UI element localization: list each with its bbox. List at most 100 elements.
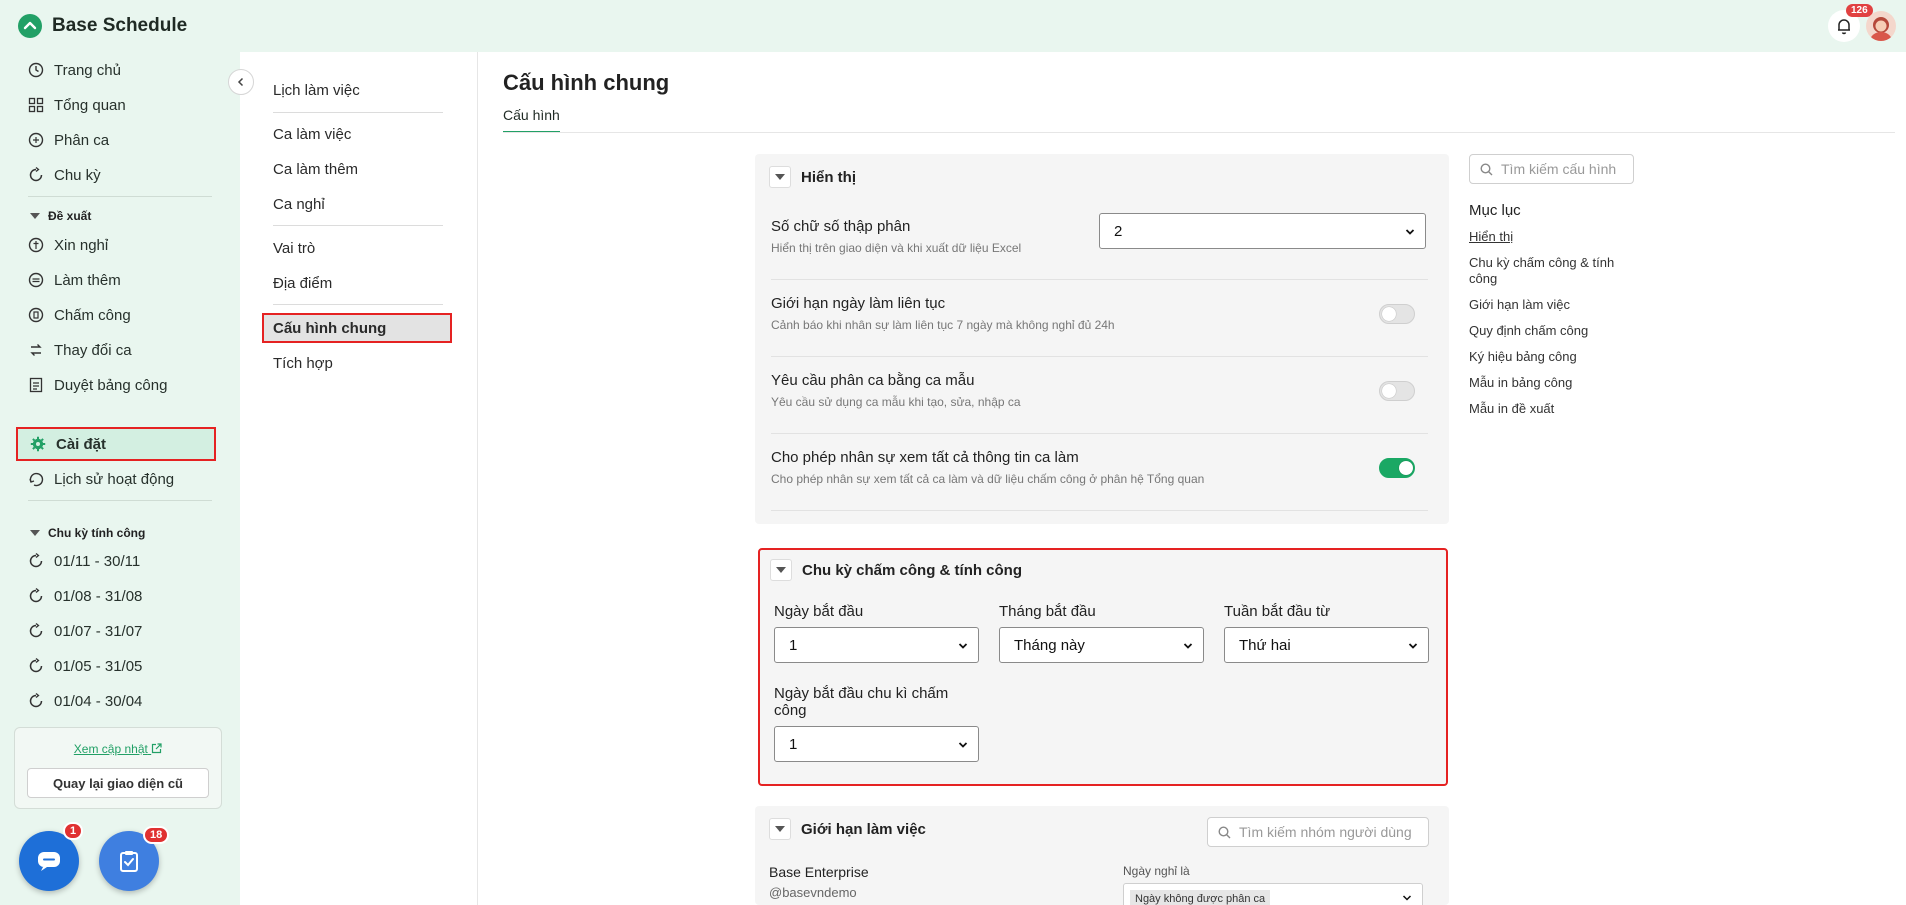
collapse-toggle[interactable]	[769, 166, 791, 188]
toc-item-work-limit[interactable]: Giới hạn làm việc	[1469, 297, 1634, 313]
toc-item-timesheet-symbols[interactable]: Ký hiệu bảng công	[1469, 349, 1634, 365]
sidebar-item-overview[interactable]: Tổng quan	[16, 90, 216, 120]
toc-item-timekeeping-rules[interactable]: Quy định chấm công	[1469, 323, 1634, 339]
decimal-select[interactable]: 2	[1099, 213, 1426, 249]
history-icon	[29, 472, 44, 487]
start-month-select[interactable]: Tháng này	[999, 627, 1204, 663]
notification-badge: 126	[1846, 4, 1873, 17]
toc-item-cycle[interactable]: Chu kỳ chấm công & tính công	[1469, 255, 1634, 287]
setting-title: Giới hạn ngày làm liên tục	[771, 295, 946, 312]
proposal-section-toggle[interactable]: Đề xuất	[30, 209, 91, 223]
sidebar-item-label: 01/07 - 31/07	[54, 622, 143, 640]
consecutive-days-toggle[interactable]	[1379, 304, 1415, 324]
start-week-label: Tuần bắt đầu từ	[1224, 603, 1331, 620]
subnav-item-roles[interactable]: Vai trò	[264, 234, 315, 262]
sidebar-item-approve[interactable]: Duyệt bảng công	[16, 370, 216, 400]
sidebar-divider	[28, 196, 212, 197]
logo-icon	[18, 14, 42, 38]
sidebar-cycle-item[interactable]: 01/07 - 31/07	[16, 616, 216, 646]
select-value: 2	[1114, 222, 1123, 240]
subnav-item-work-calendar[interactable]: Lịch làm việc	[264, 76, 360, 104]
sidebar-item-shift[interactable]: Phân ca	[16, 125, 216, 155]
caret-down-icon	[30, 213, 40, 219]
sidebar-item-timesheet[interactable]: Chấm công	[16, 300, 216, 330]
view-all-shifts-toggle[interactable]	[1379, 458, 1415, 478]
cycle-card: Chu kỳ chấm công & tính công Ngày bắt đầ…	[758, 548, 1448, 786]
sidebar-item-overtime[interactable]: Làm thêm	[16, 265, 216, 295]
setting-description: Yêu cầu sử dụng ca mẫu khi tạo, sửa, nhậ…	[771, 395, 1021, 409]
app-logo[interactable]: Base Schedule	[18, 14, 187, 38]
setting-description: Hiển thị trên giao diện và khi xuất dữ l…	[771, 241, 1022, 255]
sidebar-item-label: Phân ca	[54, 131, 110, 149]
subnav-item-work-shift[interactable]: Ca làm việc	[264, 120, 351, 148]
cycle-section-toggle[interactable]: Chu kỳ tính công	[30, 526, 145, 540]
avatar[interactable]	[1866, 11, 1896, 41]
subnav-item-overtime-shift[interactable]: Ca làm thêm	[264, 155, 358, 183]
collapse-sidebar-button[interactable]	[228, 69, 254, 95]
work-limit-card-header[interactable]: Giới hạn làm việc	[769, 818, 926, 840]
sidebar-item-swap[interactable]: Thay đổi ca	[16, 335, 216, 365]
grid-icon	[28, 97, 44, 113]
user-group-search[interactable]: Tìm kiếm nhóm người dùng	[1207, 817, 1429, 847]
sidebar-item-label: 01/04 - 30/04	[54, 692, 143, 710]
collapse-toggle[interactable]	[770, 559, 792, 581]
template-shift-toggle[interactable]	[1379, 381, 1415, 401]
org-handle: @basevndemo	[769, 885, 857, 900]
cycle-icon	[29, 693, 43, 708]
sidebar-item-history[interactable]: Lịch sử hoạt động	[16, 464, 216, 494]
work-limit-card: Giới hạn làm việc Tìm kiếm nhóm người dù…	[755, 806, 1449, 905]
sidebar-item-home[interactable]: Trang chủ	[16, 55, 216, 85]
sidebar-item-label: Lịch sử hoạt động	[54, 470, 175, 488]
config-search[interactable]: Tìm kiếm cấu hình	[1469, 154, 1634, 184]
setting-title: Số chữ số thập phân	[771, 218, 911, 235]
leave-icon	[28, 237, 44, 253]
display-card: Hiển thị Số chữ số thập phân Hiển thị tr…	[755, 154, 1449, 524]
old-ui-button[interactable]: Quay lại giao diện cũ	[27, 768, 209, 798]
start-day-select[interactable]: 1	[774, 627, 979, 663]
start-day-label: Ngày bắt đầu	[774, 603, 864, 620]
subnav-item-general-config[interactable]: Cấu hình chung	[262, 313, 452, 343]
tab-config[interactable]: Cấu hình	[503, 107, 560, 133]
toc-item-proposal-print[interactable]: Mẫu in đề xuất	[1469, 401, 1634, 417]
update-link-label: Xem cập nhật	[73, 742, 148, 756]
toc-item-display[interactable]: Hiển thị	[1469, 229, 1634, 245]
day-off-select[interactable]: Ngày không được phân ca	[1123, 883, 1423, 905]
subnav-divider	[273, 304, 443, 305]
search-icon	[1218, 825, 1231, 838]
search-icon	[1480, 162, 1493, 175]
tab-divider	[503, 132, 1895, 133]
org-name: Base Enterprise	[769, 864, 869, 880]
sidebar-cycle-item[interactable]: 01/04 - 30/04	[16, 686, 216, 716]
sidebar-item-label: Làm thêm	[54, 271, 121, 289]
card-heading: Hiển thị	[801, 168, 856, 186]
shift-icon	[28, 132, 44, 148]
cycle-start-select[interactable]: 1	[774, 726, 979, 762]
sidebar-item-label: Xin nghỉ	[54, 236, 109, 254]
sidebar-cycle-item[interactable]: 01/05 - 31/05	[16, 651, 216, 681]
sidebar-cycle-item[interactable]: 01/08 - 31/08	[16, 581, 216, 611]
view-updates-link[interactable]: Xem cập nhật	[15, 742, 221, 756]
section-label: Chu kỳ tính công	[48, 526, 146, 540]
setting-title: Cho phép nhân sự xem tất cả thông tin ca…	[771, 449, 1079, 466]
sidebar-item-leave[interactable]: Xin nghỉ	[16, 230, 216, 260]
cycle-icon	[29, 553, 43, 568]
chevron-down-icon	[958, 742, 968, 748]
subnav-item-off-shift[interactable]: Ca nghỉ	[264, 190, 325, 218]
subnav-item-locations[interactable]: Địa điểm	[264, 269, 332, 297]
sidebar-item-cycle[interactable]: Chu kỳ	[16, 160, 216, 190]
subnav-item-integration[interactable]: Tích hợp	[264, 349, 333, 377]
gear-icon	[30, 436, 46, 452]
toc-title: Mục lục	[1469, 202, 1521, 219]
setting-description: Cảnh báo khi nhân sự làm liên tục 7 ngày…	[771, 318, 1115, 332]
update-panel: Xem cập nhật Quay lại giao diện cũ	[14, 727, 222, 809]
toggle-knob	[1399, 461, 1413, 475]
chat-button[interactable]	[19, 831, 79, 891]
display-card-header[interactable]: Hiển thị	[769, 166, 856, 188]
cycle-card-header[interactable]: Chu kỳ chấm công & tính công	[770, 559, 1022, 581]
toc-item-timesheet-print[interactable]: Mẫu in bảng công	[1469, 375, 1634, 391]
start-week-select[interactable]: Thứ hai	[1224, 627, 1429, 663]
sidebar-item-label: Tổng quan	[54, 96, 126, 114]
collapse-toggle[interactable]	[769, 818, 791, 840]
sidebar-item-settings[interactable]: Cài đặt	[16, 427, 216, 461]
sidebar-cycle-item[interactable]: 01/11 - 30/11	[16, 546, 216, 576]
